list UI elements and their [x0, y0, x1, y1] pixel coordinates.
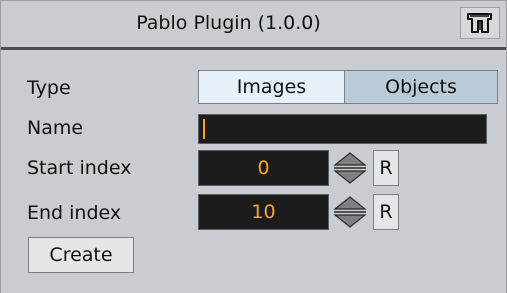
panel-title: Pablo Plugin (1.0.0) — [136, 12, 321, 34]
end-index-spinner[interactable] — [331, 194, 369, 230]
viz-logo-button[interactable] — [460, 7, 500, 39]
spin-down-icon — [333, 170, 367, 184]
viz-logo-icon — [461, 8, 499, 38]
title-bar: Pablo Plugin (1.0.0) — [1, 1, 506, 45]
plugin-panel: Pablo Plugin (1.0.0) Type Images Objects… — [0, 0, 507, 293]
start-index-field[interactable]: 0 — [198, 150, 329, 186]
spin-up-icon — [333, 152, 367, 166]
text-caret — [203, 119, 205, 139]
spin-down-icon — [333, 214, 367, 228]
name-input[interactable] — [198, 114, 487, 144]
type-option-images[interactable]: Images — [198, 70, 345, 104]
start-index-label: Start index — [27, 157, 132, 179]
end-index-field[interactable]: 10 — [198, 194, 329, 230]
end-index-label: End index — [27, 202, 122, 224]
type-label: Type — [27, 77, 71, 99]
end-index-reset-button[interactable]: R — [373, 194, 399, 230]
start-index-spinner[interactable] — [331, 150, 369, 186]
start-index-reset-button[interactable]: R — [373, 150, 399, 186]
header-divider — [1, 47, 506, 50]
name-label: Name — [27, 117, 84, 139]
create-button[interactable]: Create — [28, 237, 134, 273]
spin-up-icon — [333, 196, 367, 210]
type-option-objects[interactable]: Objects — [344, 70, 498, 104]
